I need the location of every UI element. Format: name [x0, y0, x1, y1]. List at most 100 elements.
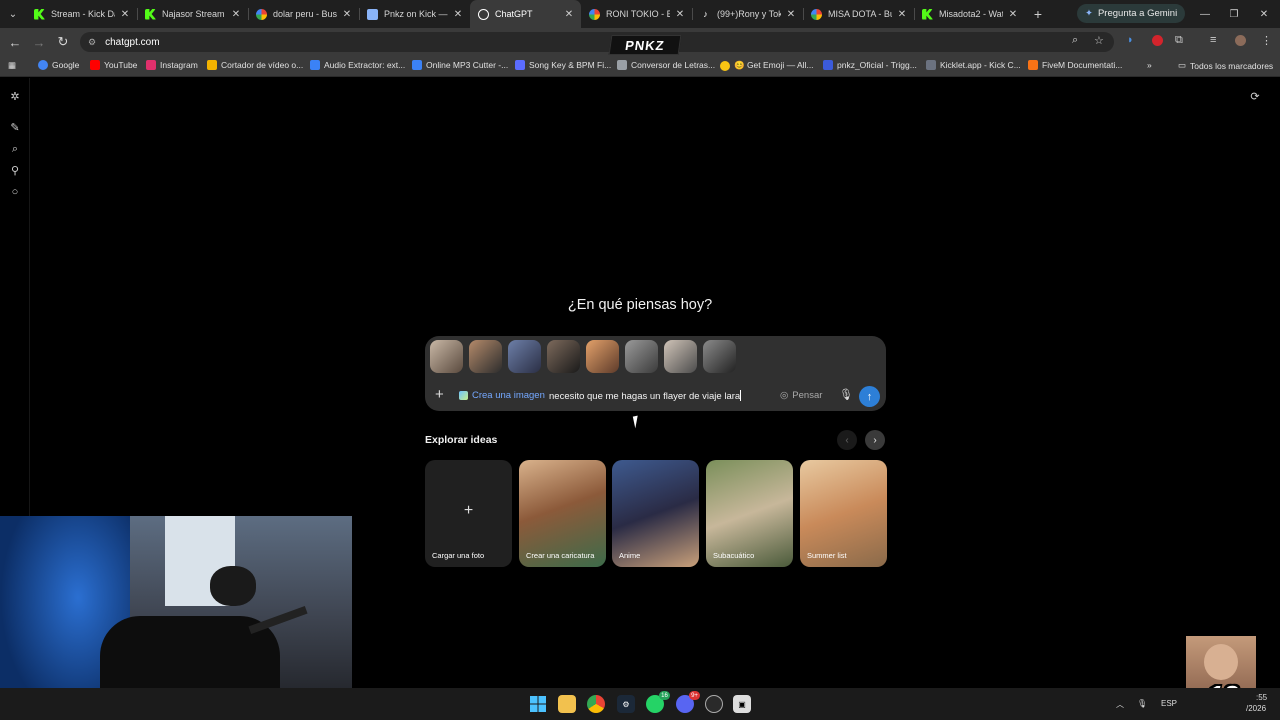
bookmark-song-key[interactable]: Song Key & BPM Fi...: [515, 60, 611, 70]
close-icon[interactable]: ✕: [563, 9, 575, 20]
close-icon[interactable]: ✕: [119, 9, 131, 20]
tab-3[interactable]: Pnkz on Kick — E ✕: [359, 0, 470, 28]
site-info-icon[interactable]: ⚙: [88, 37, 96, 48]
bookmark-fivem[interactable]: FiveM Documentati...: [1028, 60, 1122, 70]
file-explorer-icon[interactable]: [558, 695, 576, 713]
temporary-chat-icon[interactable]: ⟳: [1249, 90, 1261, 103]
send-button[interactable]: ↑: [859, 386, 880, 407]
thumbnail-image[interactable]: [586, 340, 619, 373]
minimize-button[interactable]: —: [1190, 0, 1220, 28]
bookmark-audio-extractor[interactable]: Audio Extractor: ext...: [310, 60, 405, 70]
tray-overflow-icon[interactable]: ︿: [1116, 699, 1124, 710]
new-tab-button[interactable]: +: [1025, 6, 1051, 22]
thumbnail-image[interactable]: [430, 340, 463, 373]
whatsapp-icon[interactable]: 16: [646, 691, 670, 713]
thumbnail-image[interactable]: [664, 340, 697, 373]
bookmark-pnkz-oficial[interactable]: pnkz_Oficial - Trigg...: [823, 60, 917, 70]
add-attachment-button[interactable]: +: [435, 386, 444, 404]
tab-7[interactable]: MISA DOTA - Bus ✕: [803, 0, 914, 28]
tab-6[interactable]: ♪ (99+)Rony y Toki ✕: [692, 0, 803, 28]
forward-button[interactable]: →: [27, 28, 51, 56]
close-icon[interactable]: ✕: [230, 9, 242, 20]
bookmark-google[interactable]: Google: [38, 60, 79, 70]
language-indicator[interactable]: ESP: [1161, 699, 1177, 708]
close-icon[interactable]: ✕: [1007, 9, 1019, 20]
bookmark-mp3-cutter[interactable]: Online MP3 Cutter -...: [412, 60, 508, 70]
tab-1[interactable]: Najasor Stream - ✕: [137, 0, 248, 28]
clock-date[interactable]: /2026: [1246, 704, 1266, 713]
extensions-puzzle-icon[interactable]: ⧉: [1175, 34, 1183, 47]
idea-card-anime[interactable]: Anime: [612, 460, 699, 567]
carousel-prev-button[interactable]: ‹: [837, 430, 857, 450]
tab-title: RONI TOKIO - Bu: [606, 9, 670, 19]
card-label: Subacuático: [713, 551, 755, 560]
discord-icon[interactable]: 9+: [676, 691, 700, 713]
thumbnail-image[interactable]: [547, 340, 580, 373]
pin-icon[interactable]: ⚲: [9, 164, 21, 177]
window-close-button[interactable]: ✕: [1249, 0, 1279, 28]
google-icon: [589, 8, 600, 20]
tab-4[interactable]: ChatGPT ✕: [470, 0, 581, 28]
bookmark-video-cutter[interactable]: Cortador de vídeo o...: [207, 60, 303, 70]
restore-button[interactable]: ❐: [1219, 0, 1249, 28]
microphone-tray-icon[interactable]: 🎙: [1137, 699, 1147, 708]
bookmark-youtube[interactable]: YouTube: [90, 60, 137, 70]
lightbulb-icon: ◎: [780, 390, 789, 401]
back-button[interactable]: ←: [3, 28, 27, 56]
bookmark-kicklet[interactable]: Kicklet.app - Kick C...: [926, 60, 1021, 70]
address-bar[interactable]: ⚙ chatgpt.com: [80, 32, 1114, 52]
clock-time[interactable]: :55: [1256, 693, 1267, 702]
microphone-icon[interactable]: 🎙: [839, 388, 853, 401]
idea-card-summer-list[interactable]: Summer list: [800, 460, 887, 567]
create-image-chip[interactable]: Crea una imagen: [459, 390, 545, 401]
reload-button[interactable]: ↻: [51, 28, 75, 56]
media-control-icon[interactable]: ≡: [1210, 34, 1216, 46]
chatgpt-logo-icon[interactable]: ✲: [9, 90, 21, 103]
close-icon[interactable]: ✕: [452, 9, 464, 20]
chrome-icon[interactable]: [587, 695, 605, 713]
carousel-next-button[interactable]: ›: [865, 430, 885, 450]
think-button[interactable]: ◎ Pensar: [780, 390, 822, 401]
obs-icon[interactable]: [705, 695, 723, 713]
card-label: Crear una caricatura: [526, 551, 595, 560]
apps-grid-icon[interactable]: ▦: [8, 60, 16, 71]
extension-icon[interactable]: ◗: [1127, 34, 1134, 46]
thumbnail-image[interactable]: [508, 340, 541, 373]
app-icon[interactable]: ▣: [733, 695, 751, 713]
search-icon[interactable]: ⌕: [9, 143, 21, 155]
tab-0[interactable]: Stream - Kick Da ✕: [26, 0, 137, 28]
thumbnail-image[interactable]: [625, 340, 658, 373]
browser-menu-icon[interactable]: ⋮: [1261, 34, 1272, 47]
windows-start-icon[interactable]: [529, 695, 547, 713]
extension-record-icon[interactable]: [1152, 35, 1163, 46]
gemini-button[interactable]: ✦ Pregunta a Gemini: [1077, 4, 1186, 23]
all-bookmarks-folder[interactable]: ▭ Todos los marcadores: [1178, 60, 1273, 71]
tab-2[interactable]: dolar peru - Busc ✕: [248, 0, 359, 28]
thumbnail-image[interactable]: [469, 340, 502, 373]
close-icon[interactable]: ✕: [341, 9, 353, 20]
steam-icon[interactable]: ⚙: [617, 695, 635, 713]
bookmarks-overflow-icon[interactable]: »: [1147, 60, 1152, 70]
bookmark-instagram[interactable]: Instagram: [146, 60, 198, 70]
tab-5[interactable]: RONI TOKIO - Bu ✕: [581, 0, 692, 28]
profile-avatar[interactable]: [1235, 35, 1246, 46]
image-icon: [459, 391, 468, 400]
think-label: Pensar: [792, 390, 823, 401]
idea-card-caricature[interactable]: Crear una caricatura: [519, 460, 606, 567]
tab-search-icon[interactable]: ⌄: [0, 0, 26, 28]
idea-card-underwater[interactable]: Subacuático: [706, 460, 793, 567]
close-icon[interactable]: ✕: [896, 9, 908, 20]
bookmark-star-icon[interactable]: ☆: [1094, 34, 1104, 47]
card-label: Cargar una foto: [432, 551, 485, 560]
new-chat-icon[interactable]: ✎: [9, 121, 21, 134]
tab-8[interactable]: Misadota2 - Wat ✕: [914, 0, 1025, 28]
close-icon[interactable]: ✕: [674, 9, 686, 20]
idea-card-upload[interactable]: + Cargar una foto: [425, 460, 512, 567]
chat-bubble-icon[interactable]: ○: [9, 186, 21, 198]
bookmark-conversor[interactable]: Conversor de Letras...: [617, 60, 715, 70]
close-icon[interactable]: ✕: [785, 9, 797, 20]
thumbnail-image[interactable]: [703, 340, 736, 373]
zoom-icon[interactable]: ⌕: [1072, 34, 1078, 47]
bookmark-get-emoji[interactable]: 😊 Get Emoji — All...: [720, 60, 814, 71]
prompt-input[interactable]: necesito que me hagas un flayer de viaje…: [549, 390, 742, 402]
